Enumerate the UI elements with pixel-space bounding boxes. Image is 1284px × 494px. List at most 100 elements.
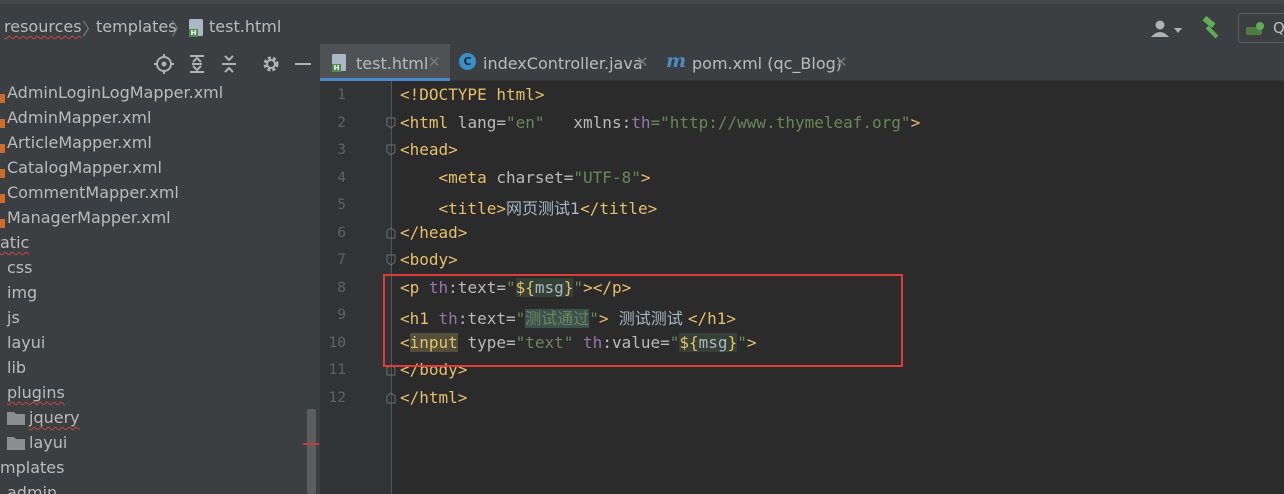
tree-item-css[interactable]: css <box>7 258 32 277</box>
line-number: 10 <box>328 335 346 351</box>
tab-label: pom.xml (qc_Blog) <box>692 54 843 73</box>
code-token: charset= <box>486 168 574 187</box>
tree-item-catalogmapper[interactable]: CatalogMapper.xml <box>7 158 162 177</box>
code-token: <body> <box>400 250 458 269</box>
tree-item-managermapper[interactable]: ManagerMapper.xml <box>7 208 171 227</box>
line-number: 12 <box>328 390 346 406</box>
hammer-icon[interactable] <box>1200 16 1226 40</box>
run-config-icon <box>1246 22 1264 35</box>
code-token: </html> <box>400 388 468 407</box>
tree-item-commentmapper[interactable]: CommentMapper.xml <box>7 183 179 202</box>
tree-item-adminmapper[interactable]: AdminMapper.xml <box>7 108 151 127</box>
line-number: 7 <box>337 252 346 268</box>
tree-item-adminloginlogmapper[interactable]: AdminLoginLogMapper.xml <box>7 83 223 102</box>
code-token: </head> <box>400 223 468 242</box>
code-token: xmlns: <box>573 113 632 132</box>
code-token: </title> <box>580 199 658 218</box>
breadcrumb-templates[interactable]: templates <box>96 17 177 36</box>
folder-icon <box>7 437 25 450</box>
code-token: th <box>631 113 651 132</box>
line-number: 11 <box>328 362 346 378</box>
line-number-gutter: 1 2 3 4 5 6 7 8 9 10 11 12 <box>320 81 392 494</box>
fold-icon[interactable] <box>386 392 396 404</box>
expand-all-icon[interactable] <box>187 54 207 74</box>
code-token: "en" <box>505 113 545 132</box>
line-number: 2 <box>337 115 346 131</box>
code-editor: H test.html ✕ C indexController.java ✕ m… <box>320 44 1284 494</box>
tree-item-js[interactable]: js <box>7 308 20 327</box>
code-token: <!DOCTYPE html> <box>400 85 545 104</box>
tree-item-layui[interactable]: layui <box>7 333 45 352</box>
locate-icon[interactable] <box>154 54 174 74</box>
line-number: 9 <box>337 307 346 323</box>
run-configuration-selector[interactable]: Q <box>1238 13 1284 43</box>
code-line-2[interactable]: <html lang="en" xmlns:th="http://www.thy… <box>400 113 920 132</box>
code-line-12[interactable]: </html> <box>400 388 467 407</box>
code-line-5[interactable]: <title>网页测试1</title> <box>400 195 658 219</box>
tree-item-layui-plugin[interactable]: layui <box>29 433 67 452</box>
code-line-3[interactable]: <head> <box>400 140 458 159</box>
project-toolbar <box>0 44 320 82</box>
maven-icon: m <box>666 50 687 72</box>
close-icon[interactable]: ✕ <box>835 53 848 71</box>
minimize-icon[interactable] <box>293 54 313 74</box>
tab-index-controller[interactable]: C indexController.java ✕ <box>450 44 650 81</box>
close-icon[interactable]: ✕ <box>636 53 649 71</box>
tree-item-static[interactable]: atic <box>0 233 29 252</box>
code-line-6[interactable]: </head> <box>400 223 467 242</box>
xml-file-icon <box>0 169 5 178</box>
code-token: lang= <box>448 113 506 132</box>
code-token: <title> <box>438 199 506 218</box>
code-token: "UTF-8" <box>573 168 641 187</box>
gear-icon[interactable] <box>261 54 281 74</box>
code-token: <html <box>400 113 449 132</box>
tree-item-jquery[interactable]: jquery <box>29 408 80 427</box>
collapse-all-icon[interactable] <box>219 54 239 74</box>
breadcrumb-test-html[interactable]: test.html <box>209 17 281 36</box>
tree-item-img[interactable]: img <box>7 283 37 302</box>
run-config-label: Q <box>1273 19 1284 37</box>
project-panel: AdminLoginLogMapper.xml AdminMapper.xml … <box>0 44 320 494</box>
project-scrollbar[interactable] <box>307 409 316 494</box>
tree-item-articlemapper[interactable]: ArticleMapper.xml <box>7 133 152 152</box>
fold-icon[interactable] <box>386 227 396 239</box>
tab-label: indexController.java <box>483 54 643 73</box>
tree-item-admin[interactable]: admin <box>7 483 57 494</box>
highlight-annotation-box <box>383 274 903 367</box>
close-icon[interactable]: ✕ <box>428 53 441 71</box>
xml-file-icon <box>0 219 5 228</box>
line-number: 6 <box>337 225 346 241</box>
fold-icon[interactable] <box>386 117 396 129</box>
error-marker <box>303 443 319 445</box>
editor-tab-bar: H test.html ✕ C indexController.java ✕ m… <box>320 44 1284 81</box>
code-line-7[interactable]: <body> <box>400 250 458 269</box>
code-token: > <box>910 113 921 132</box>
fold-icon[interactable] <box>386 144 396 156</box>
fold-icon[interactable] <box>386 254 396 266</box>
tab-test-html[interactable]: H test.html ✕ <box>320 44 450 81</box>
tree-item-templates[interactable]: mplates <box>0 458 64 477</box>
line-number: 8 <box>337 280 346 296</box>
xml-file-icon <box>0 144 5 153</box>
html-file-icon: H <box>189 19 205 37</box>
tab-pom-xml[interactable]: m pom.xml (qc_Blog) ✕ <box>660 44 850 81</box>
line-number: 3 <box>337 142 346 158</box>
tree-item-plugins[interactable]: plugins <box>7 383 65 402</box>
user-icon[interactable] <box>1150 19 1184 39</box>
xml-file-icon <box>0 194 5 203</box>
line-number: 4 <box>337 170 346 186</box>
line-number: 1 <box>337 87 346 103</box>
code-line-1[interactable]: <!DOCTYPE html> <box>400 85 545 104</box>
code-line-4[interactable]: <meta charset="UTF-8"> <box>400 168 651 187</box>
java-class-icon: C <box>459 53 476 70</box>
breadcrumb-resources[interactable]: resources <box>4 17 82 36</box>
code-token: ="http://www.thymeleaf.org" <box>650 113 911 132</box>
tab-label: test.html <box>356 54 429 73</box>
line-number: 5 <box>337 197 346 213</box>
tree-item-lib[interactable]: lib <box>7 358 26 377</box>
xml-file-icon <box>0 119 5 128</box>
code-token: <head> <box>400 140 458 159</box>
folder-icon <box>7 412 25 425</box>
